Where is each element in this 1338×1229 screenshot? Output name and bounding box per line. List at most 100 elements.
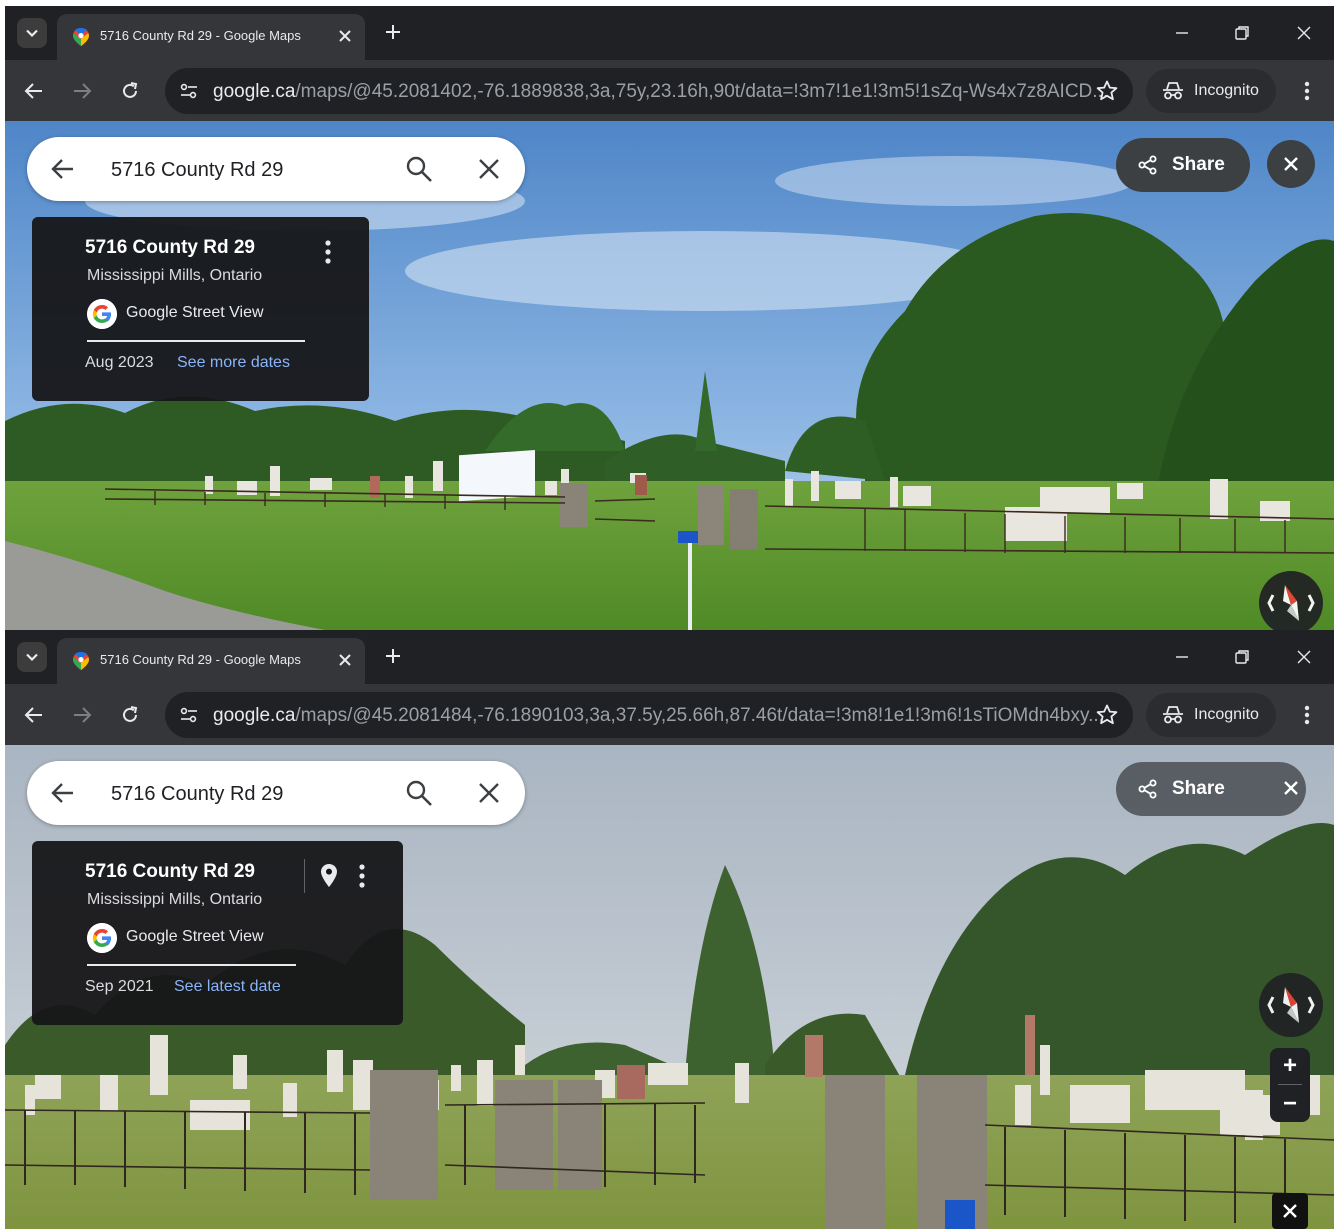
site-info-button[interactable]	[175, 701, 203, 729]
site-info-button[interactable]	[175, 77, 203, 105]
zoom-separator	[1278, 1084, 1302, 1085]
window-restore-button[interactable]	[1227, 20, 1257, 46]
card-source: Google Street View	[126, 928, 264, 945]
close-icon	[1283, 1204, 1297, 1218]
search-icon[interactable]	[405, 779, 433, 807]
browser-menu-button[interactable]	[1295, 76, 1319, 106]
card-divider	[87, 964, 296, 966]
tab-search-button[interactable]	[17, 642, 47, 672]
share-label: Share	[1172, 778, 1225, 799]
share-button[interactable]: Share	[1116, 138, 1250, 192]
plus-icon	[386, 25, 400, 39]
arrow-left-icon	[24, 83, 42, 99]
incognito-indicator[interactable]: Incognito	[1146, 693, 1276, 737]
window-close-button[interactable]	[1289, 644, 1319, 670]
card-date: Aug 2023	[85, 354, 154, 371]
tab-title: 5716 County Rd 29 - Google Maps	[100, 28, 301, 43]
chevron-down-icon	[26, 653, 38, 662]
arrow-left-icon	[24, 707, 42, 723]
search-input[interactable]	[109, 151, 373, 189]
back-arrow-icon[interactable]	[49, 155, 77, 183]
restore-icon	[1235, 26, 1249, 40]
compass-button[interactable]	[1259, 973, 1323, 1037]
card-date: Sep 2021	[85, 978, 154, 995]
window-close-button[interactable]	[1289, 20, 1319, 46]
see-latest-date-link[interactable]: See latest date	[174, 978, 281, 996]
address-bar[interactable]: google.ca/maps/@45.2081484,-76.1890103,3…	[165, 692, 1133, 738]
close-icon[interactable]	[475, 779, 503, 807]
back-button[interactable]	[19, 76, 49, 106]
tab-close-button[interactable]	[333, 648, 357, 672]
see-more-dates-link[interactable]: See more dates	[177, 354, 290, 372]
google-logo-icon	[87, 923, 117, 953]
search-input[interactable]	[109, 775, 373, 813]
compass-icon	[1267, 987, 1315, 1023]
share-icon	[1138, 155, 1157, 175]
incognito-label: Incognito	[1194, 706, 1259, 723]
window-restore-button[interactable]	[1227, 644, 1257, 670]
browser-toolbar: google.ca/maps/@45.2081402,-76.1889838,3…	[5, 60, 1334, 121]
minimize-icon	[1176, 32, 1188, 34]
card-source: Google Street View	[126, 304, 264, 321]
back-button[interactable]	[19, 700, 49, 730]
incognito-icon	[1163, 82, 1183, 100]
more-vert-icon	[1304, 81, 1310, 101]
more-vert-icon[interactable]	[318, 237, 338, 267]
close-icon[interactable]	[475, 155, 503, 183]
screenshot-bottom: 5716 County Rd 29 - Google Maps google.c…	[5, 630, 1334, 1229]
window-minimize-button[interactable]	[1167, 644, 1197, 670]
reload-icon	[123, 706, 138, 722]
incognito-icon	[1163, 706, 1183, 724]
street-view-panorama[interactable]: Share 5716 County Rd 29 Mississippi Mill…	[5, 745, 1334, 1229]
incognito-indicator[interactable]: Incognito	[1146, 69, 1276, 113]
window-minimize-button[interactable]	[1167, 20, 1197, 46]
card-header-divider	[304, 859, 305, 893]
bookmark-star-icon[interactable]	[1095, 703, 1119, 727]
tab-close-button[interactable]	[333, 24, 357, 48]
location-info-card: 5716 County Rd 29 Mississippi Mills, Ont…	[32, 217, 369, 401]
minimize-icon	[1176, 656, 1188, 658]
back-arrow-icon[interactable]	[49, 779, 77, 807]
url-host: google.ca	[213, 705, 296, 726]
browser-tab[interactable]: 5716 County Rd 29 - Google Maps	[57, 14, 365, 60]
google-logo-icon	[87, 299, 117, 329]
compass-button[interactable]	[1259, 571, 1323, 630]
plus-icon	[386, 649, 400, 663]
reload-button[interactable]	[115, 76, 145, 106]
browser-tab[interactable]: 5716 County Rd 29 - Google Maps	[57, 638, 365, 684]
arrow-right-icon	[74, 83, 92, 99]
more-vert-icon	[1304, 705, 1310, 725]
more-vert-icon[interactable]	[352, 861, 372, 891]
browser-menu-button[interactable]	[1295, 700, 1319, 730]
url-text[interactable]: google.ca/maps/@45.2081402,-76.1889838,3…	[213, 81, 1108, 103]
location-pin-icon[interactable]	[317, 861, 341, 891]
new-tab-button[interactable]	[379, 642, 407, 670]
zoom-in-button[interactable]: +	[1270, 1048, 1310, 1084]
card-subtitle: Mississippi Mills, Ontario	[87, 267, 263, 284]
address-bar[interactable]: google.ca/maps/@45.2081402,-76.1889838,3…	[165, 68, 1133, 114]
url-host: google.ca	[213, 81, 296, 102]
incognito-label: Incognito	[1194, 82, 1259, 99]
close-street-view-button[interactable]	[1267, 140, 1315, 188]
url-text[interactable]: google.ca/maps/@45.2081484,-76.1890103,3…	[213, 705, 1104, 727]
google-maps-pin-icon	[73, 652, 89, 670]
close-icon	[1284, 157, 1298, 171]
collapse-button[interactable]	[1272, 1193, 1308, 1229]
forward-button[interactable]	[67, 700, 97, 730]
street-view-panorama[interactable]: Share 5716 County Rd 29 Mississippi Mill…	[5, 121, 1334, 630]
close-icon	[1297, 26, 1311, 40]
search-box	[27, 137, 525, 201]
google-maps-pin-icon	[73, 28, 89, 46]
tune-icon	[180, 707, 197, 723]
tab-search-button[interactable]	[17, 18, 47, 48]
tab-bar: 5716 County Rd 29 - Google Maps	[5, 630, 1334, 684]
compass-icon	[1267, 585, 1315, 621]
bookmark-star-icon[interactable]	[1095, 79, 1119, 103]
search-box	[27, 761, 525, 825]
reload-button[interactable]	[115, 700, 145, 730]
forward-button[interactable]	[67, 76, 97, 106]
search-icon[interactable]	[405, 155, 433, 183]
new-tab-button[interactable]	[379, 18, 407, 46]
zoom-out-button[interactable]: −	[1270, 1086, 1310, 1122]
close-street-view-button[interactable]	[1267, 764, 1315, 812]
